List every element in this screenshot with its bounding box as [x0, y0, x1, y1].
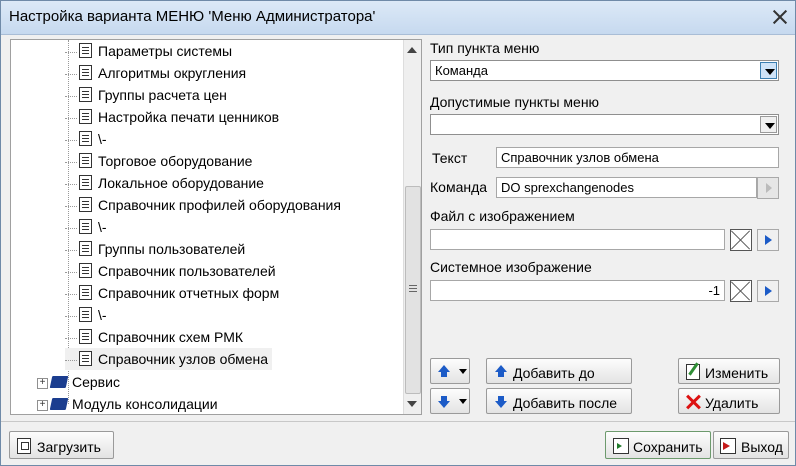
document-icon	[79, 87, 92, 102]
document-icon	[79, 131, 92, 146]
tree-item[interactable]: Параметры системы	[65, 40, 232, 62]
document-icon	[79, 153, 92, 168]
move-down-button[interactable]	[430, 388, 470, 414]
tree-item[interactable]: \-	[65, 304, 107, 326]
allowed-items-select[interactable]	[430, 114, 779, 135]
menu-type-label: Тип пункта меню	[430, 40, 540, 56]
menu-tree[interactable]: Параметры системы Алгоритмы округления Г…	[10, 39, 422, 415]
add-after-label: Добавить после	[513, 395, 618, 411]
chevron-down-icon[interactable]	[760, 116, 777, 133]
document-icon	[79, 197, 92, 212]
chevron-down-icon[interactable]	[459, 399, 467, 404]
arrow-down-icon	[495, 396, 507, 408]
save-icon	[613, 438, 629, 454]
browse-image-button[interactable]	[757, 229, 779, 251]
expand-icon[interactable]: +	[37, 377, 48, 389]
add-before-button[interactable]: Добавить до	[486, 358, 632, 384]
grip-icon	[409, 285, 417, 286]
delete-icon	[686, 395, 700, 409]
chevron-down-icon[interactable]	[459, 369, 467, 374]
command-field[interactable]: DO sprexchangenodes	[496, 177, 757, 198]
close-icon[interactable]	[773, 10, 787, 24]
tree-item[interactable]: \-	[65, 216, 107, 238]
save-button[interactable]: Сохранить	[605, 431, 711, 459]
settings-window: Настройка варианта МЕНЮ 'Меню Администра…	[0, 0, 796, 466]
document-icon	[79, 285, 92, 300]
tree-item[interactable]: Справочник пользователей	[65, 260, 276, 282]
browse-system-image-button[interactable]	[757, 280, 779, 302]
document-icon	[79, 263, 92, 278]
document-icon	[79, 175, 92, 190]
tree-item[interactable]: Справочник схем РМК	[65, 326, 243, 348]
tree-item-selected[interactable]: Справочник узлов обмена	[65, 348, 273, 370]
image-file-field[interactable]	[430, 229, 725, 250]
document-icon	[79, 351, 92, 366]
load-label: Загрузить	[37, 439, 101, 455]
tree-scrollbar[interactable]	[403, 40, 421, 414]
tree-item[interactable]: Справочник профилей оборудования	[65, 194, 341, 216]
system-image-label: Системное изображение	[430, 259, 592, 275]
tree-item[interactable]: Алгоритмы округления	[65, 62, 246, 84]
add-after-button[interactable]: Добавить после	[486, 388, 632, 414]
tree-folder-service[interactable]: + Сервис	[37, 371, 120, 393]
scroll-thumb[interactable]	[405, 186, 421, 394]
command-label: Команда	[430, 179, 488, 195]
bottom-bar: Загрузить Сохранить Выход	[1, 421, 795, 466]
expand-icon[interactable]: +	[37, 399, 48, 411]
tree-item[interactable]: Группы пользователей	[65, 238, 245, 260]
edit-button[interactable]: Изменить	[678, 358, 780, 384]
book-icon	[49, 398, 69, 410]
menu-type-value: Команда	[435, 63, 488, 78]
tree-item[interactable]: \-	[65, 128, 107, 150]
move-up-button[interactable]	[430, 358, 470, 384]
menu-type-select[interactable]: Команда	[430, 60, 779, 81]
book-icon	[49, 376, 69, 388]
edit-label: Изменить	[705, 365, 769, 381]
exit-icon	[720, 438, 736, 454]
delete-button[interactable]: Удалить	[678, 388, 780, 414]
tree-item[interactable]: Справочник отчетных форм	[65, 282, 279, 304]
command-browse-button[interactable]	[757, 177, 779, 199]
document-icon	[79, 329, 92, 344]
document-icon	[79, 241, 92, 256]
tree-folder-consolidation[interactable]: + Модуль консолидации	[37, 393, 218, 414]
document-icon	[79, 65, 92, 80]
document-icon	[79, 307, 92, 322]
save-label: Сохранить	[633, 439, 703, 455]
load-button[interactable]: Загрузить	[9, 431, 114, 459]
title-bar: Настройка варианта МЕНЮ 'Меню Администра…	[1, 1, 795, 35]
document-icon	[79, 219, 92, 234]
scroll-up-icon[interactable]	[407, 47, 417, 53]
arrow-down-icon	[438, 396, 450, 408]
exit-button[interactable]: Выход	[713, 431, 789, 459]
load-icon	[17, 438, 31, 454]
tree-item[interactable]: Группы расчета цен	[65, 84, 227, 106]
text-field[interactable]: Справочник узлов обмена	[496, 147, 779, 168]
arrow-up-icon	[438, 365, 450, 377]
document-icon	[79, 109, 92, 124]
system-image-field[interactable]: -1	[430, 280, 725, 301]
scroll-down-icon[interactable]	[407, 401, 417, 407]
clear-image-icon[interactable]	[730, 229, 752, 251]
tree-item[interactable]: Локальное оборудование	[65, 172, 264, 194]
delete-label: Удалить	[705, 395, 759, 411]
tree-item[interactable]: Настройка печати ценников	[65, 106, 279, 128]
edit-icon	[686, 364, 700, 380]
allowed-items-label: Допустимые пункты меню	[430, 94, 600, 110]
chevron-down-icon[interactable]	[760, 62, 777, 79]
exit-label: Выход	[741, 439, 783, 455]
text-label: Текст	[432, 150, 468, 166]
tree-item[interactable]: Торговое оборудование	[65, 150, 252, 172]
add-before-label: Добавить до	[513, 365, 595, 381]
arrow-up-icon	[495, 365, 507, 377]
image-file-label: Файл с изображением	[430, 208, 575, 224]
document-icon	[79, 43, 92, 58]
clear-system-image-icon[interactable]	[730, 280, 752, 302]
window-title: Настройка варианта МЕНЮ 'Меню Администра…	[9, 8, 376, 25]
